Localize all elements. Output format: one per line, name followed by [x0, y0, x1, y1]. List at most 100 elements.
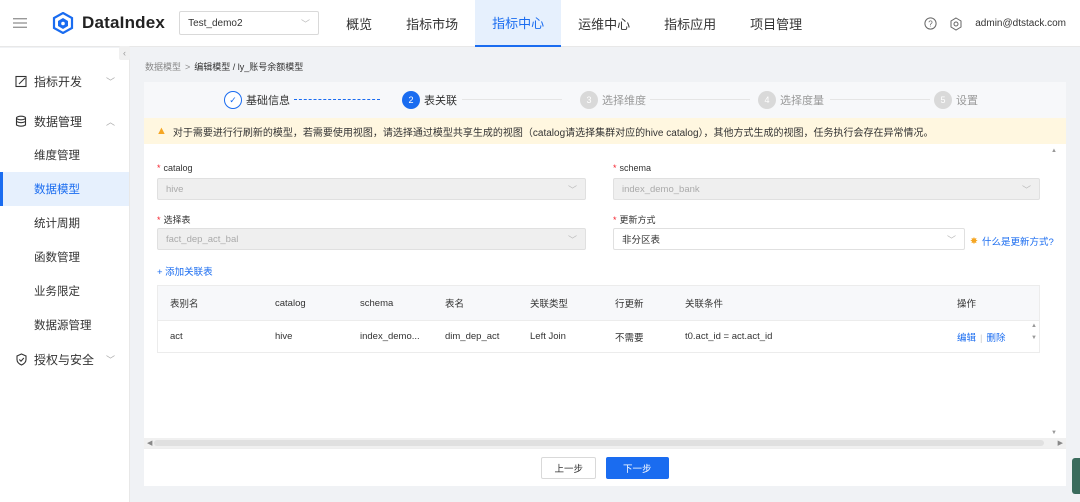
sidebar-item-dimension[interactable]: 维度管理 — [0, 138, 129, 172]
shield-icon — [14, 352, 28, 366]
col-schema: schema — [360, 297, 394, 309]
warning-alert: ▲ 对于需要进行行刷新的模型，若需要使用视图，请选择通过模型共享生成的视图（ca… — [144, 118, 1066, 144]
nav-index-center[interactable]: 指标中心 — [475, 0, 562, 47]
breadcrumb: 数据模型 > 编辑模型 / ly_账号余额模型 — [145, 60, 303, 73]
step-number: 3 — [580, 91, 598, 109]
project-select[interactable]: Test_demo2 ﹀ — [179, 11, 320, 35]
sidebar-group-label: 指标开发 — [34, 74, 83, 89]
breadcrumb-root[interactable]: 数据模型 — [145, 60, 181, 73]
top-right-tools: ? admin@dtstack.com — [923, 0, 1066, 47]
step-label: 设置 — [956, 95, 978, 107]
svg-text:?: ? — [928, 19, 933, 28]
col-actions: 操作 — [957, 299, 977, 310]
database-icon — [14, 114, 28, 128]
chevron-up-icon: ︿ — [105, 116, 115, 127]
edit-link[interactable]: 编辑 — [957, 333, 976, 344]
chevron-down-icon: ﹀ — [105, 76, 115, 87]
sidebar-group-label: 数据管理 — [34, 114, 83, 129]
breadcrumb-current: 编辑模型 / ly_账号余额模型 — [194, 62, 304, 72]
update-mode-select[interactable]: 非分区表 ﹀ — [613, 228, 965, 250]
step-number: 4 — [758, 91, 776, 109]
main-panel: ✓ 基础信息 2 表关联 3 选择维度 4 选择度量 5 设置 ▲ 对于需要进行… — [144, 82, 1066, 486]
update-mode-help-link[interactable]: ✸ 什么是更新方式? — [970, 234, 1054, 249]
table-value: fact_dep_act_bal — [166, 233, 239, 245]
cell-join-type: Left Join — [530, 331, 566, 342]
sidebar-item-functions[interactable]: 函数管理 — [0, 240, 129, 274]
step-settings[interactable]: 5 设置 — [934, 91, 978, 109]
sidebar-collapse-button[interactable]: ‹ — [119, 46, 130, 60]
sidebar-item-business-limit[interactable]: 业务限定 — [0, 274, 129, 308]
step-table-join[interactable]: 2 表关联 — [402, 91, 457, 109]
col-table-name: 表名 — [445, 299, 465, 310]
lightbulb-icon: ✸ — [970, 235, 978, 247]
sidebar-item-datasource[interactable]: 数据源管理 — [0, 308, 129, 342]
table-label: * 选择表 — [157, 215, 191, 225]
update-mode-value: 非分区表 — [622, 235, 661, 246]
project-select-value: Test_demo2 — [188, 17, 243, 29]
nav-project-mgmt[interactable]: 项目管理 — [733, 0, 819, 47]
delete-link[interactable]: 删除 — [986, 333, 1005, 344]
col-row-update: 行更新 — [615, 299, 644, 310]
catalog-label: * catalog — [157, 163, 193, 173]
menu-icon[interactable] — [0, 0, 40, 47]
action-separator: | — [980, 332, 983, 344]
sidebar-group-data-mgmt[interactable]: 数据管理 ︿ — [0, 104, 129, 138]
sidebar-group-label: 授权与安全 — [34, 352, 95, 367]
col-alias: 表别名 — [170, 299, 199, 310]
col-join-type: 关联类型 — [530, 299, 569, 310]
sidebar-item-stat-period[interactable]: 统计周期 — [0, 206, 129, 240]
chevron-down-icon: ﹀ — [1021, 184, 1031, 195]
footer-actions: 上一步 下一步 — [144, 448, 1066, 486]
update-mode-label: * 更新方式 — [613, 215, 656, 225]
nav-ops-center[interactable]: 运维中心 — [561, 0, 647, 47]
app-logo[interactable]: DataIndex — [52, 12, 165, 34]
logo-icon — [52, 12, 74, 34]
vertical-scrollbar[interactable]: ▲ ▼ — [1050, 148, 1058, 436]
cell-actions: 编辑 | 删除 — [945, 330, 1025, 344]
help-icon[interactable]: ? — [923, 17, 937, 31]
cell-row-update: 不需要 — [615, 332, 644, 344]
sidebar-item-data-model[interactable]: 数据模型 — [0, 172, 129, 206]
step-basic-info[interactable]: ✓ 基础信息 — [224, 91, 290, 109]
prev-button[interactable]: 上一步 — [541, 456, 596, 479]
cell-catalog: hive — [275, 331, 293, 342]
cell-table-name: dim_dep_act — [445, 331, 500, 342]
catalog-select: hive ﹀ — [157, 178, 586, 200]
chevron-down-icon: ﹀ — [567, 184, 577, 195]
step-label: 表关联 — [424, 95, 457, 107]
table-row: act hive index_demo... dim_dep_act Left … — [158, 320, 1039, 352]
chevron-down-icon: ﹀ — [946, 234, 956, 245]
chevron-down-icon: ﹀ — [567, 234, 577, 245]
step-number: 2 — [402, 91, 420, 109]
col-join-condition: 关联条件 — [685, 299, 724, 310]
scroll-left-icon: ◀ — [147, 440, 153, 447]
next-button[interactable]: 下一步 — [606, 456, 669, 479]
steps-bar: ✓ 基础信息 2 表关联 3 选择维度 4 选择度量 5 设置 — [144, 82, 1066, 118]
gear-icon[interactable] — [949, 16, 963, 31]
user-account[interactable]: admin@dtstack.com — [975, 18, 1066, 29]
help-text: 什么是更新方式? — [981, 237, 1054, 248]
step-select-measure[interactable]: 4 选择度量 — [758, 91, 824, 109]
main-nav: 概览 指标市场 指标中心 运维中心 指标应用 项目管理 — [329, 0, 819, 47]
step-label: 选择维度 — [602, 95, 646, 107]
scrollbar-thumb[interactable] — [154, 440, 1044, 446]
app-name: DataIndex — [82, 13, 166, 32]
table-scrollbar[interactable]: ▲ ▼ — [1030, 320, 1038, 346]
horizontal-scrollbar[interactable]: ◀ ▶ — [144, 438, 1066, 448]
nav-index-app[interactable]: 指标应用 — [647, 0, 733, 47]
sidebar-group-index-dev[interactable]: 指标开发 ﹀ — [0, 64, 129, 98]
step-select-dimension[interactable]: 3 选择维度 — [580, 91, 646, 109]
cell-join-condition: t0.act_id = act.act_id — [685, 331, 773, 342]
cell-alias: act — [170, 331, 183, 342]
nav-index-market[interactable]: 指标市场 — [389, 0, 475, 47]
sidebar: ‹ 指标开发 ﹀ 数据管理 ︿ 维度管理 数据模型 统计周期 函数管理 业务限定… — [0, 46, 130, 502]
step-connector — [462, 99, 562, 100]
warning-icon: ▲ — [156, 125, 167, 137]
sidebar-group-security[interactable]: 授权与安全 ﹀ — [0, 342, 129, 376]
chevron-down-icon: ﹀ — [105, 354, 115, 365]
schema-label: * schema — [613, 163, 652, 173]
col-catalog: catalog — [275, 297, 306, 309]
floating-side-tab[interactable] — [1072, 458, 1080, 494]
add-join-table-link[interactable]: + 添加关联表 — [157, 264, 213, 278]
nav-overview[interactable]: 概览 — [329, 0, 389, 47]
